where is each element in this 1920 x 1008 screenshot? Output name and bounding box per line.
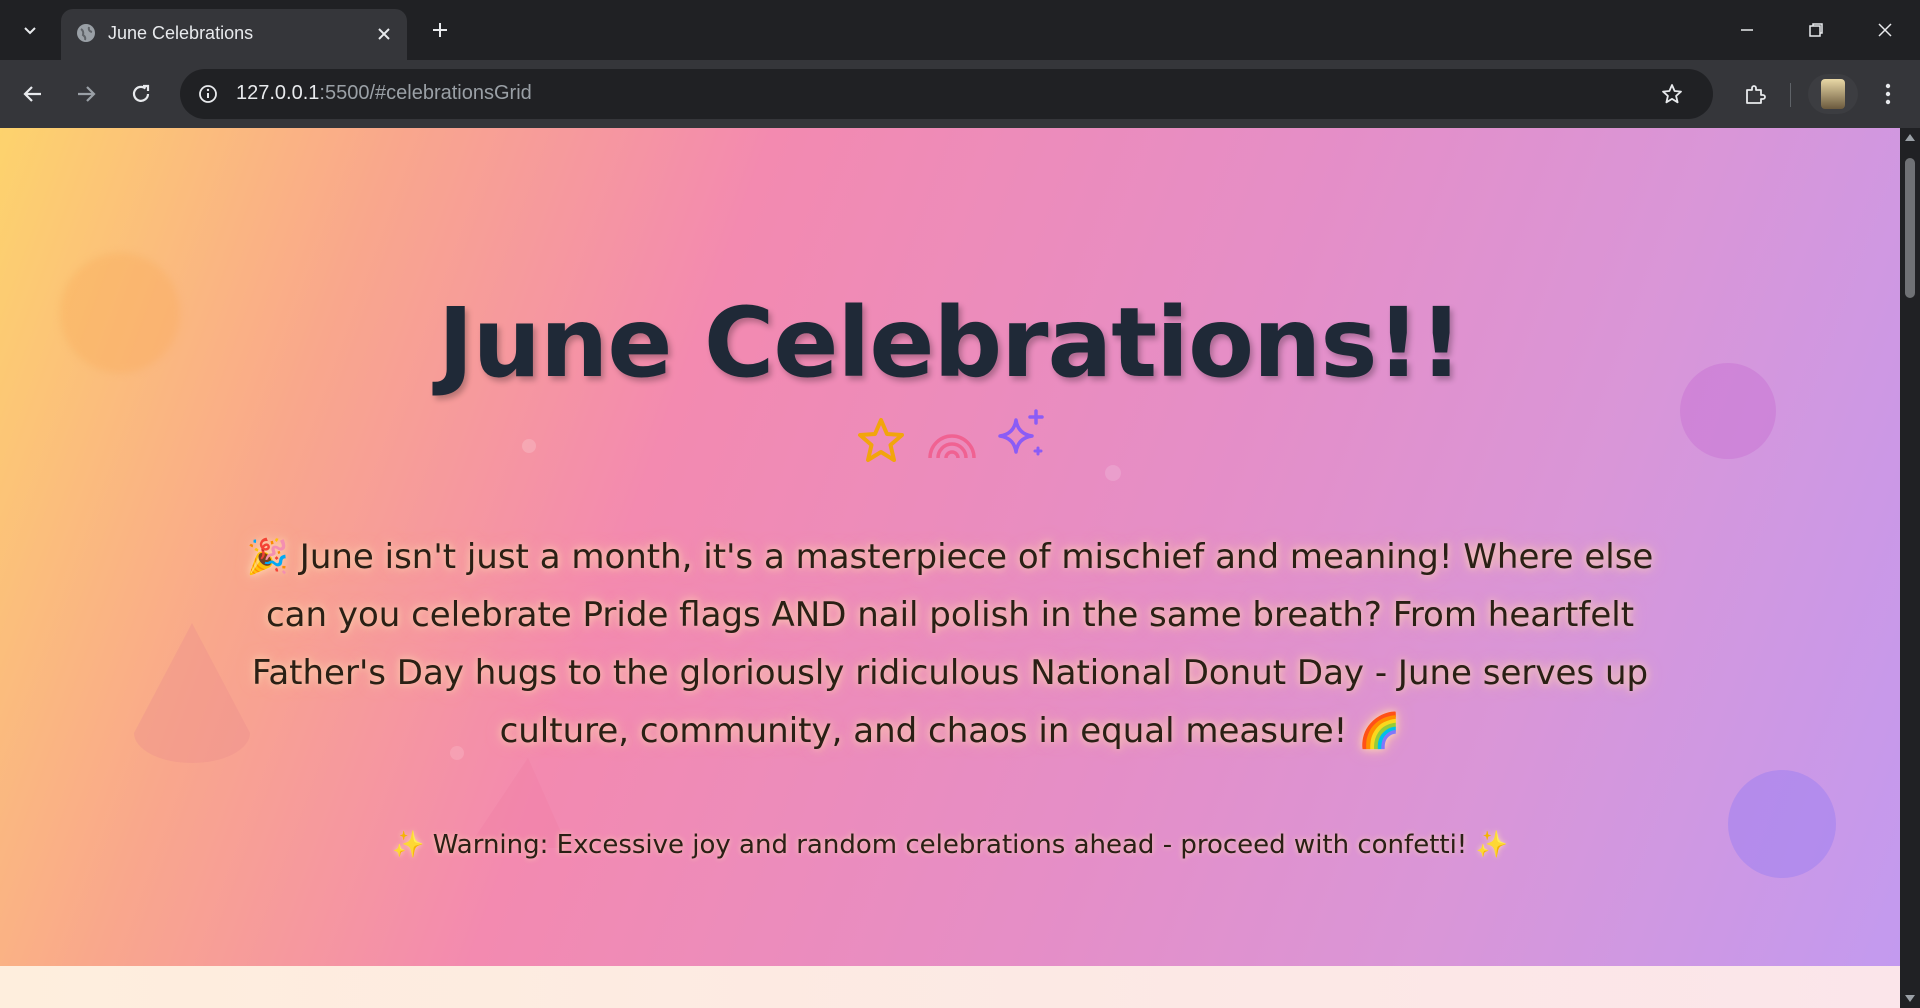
plus-icon <box>433 23 447 37</box>
url-text: 127.0.0.1:5500/#celebrationsGrid <box>236 82 532 105</box>
chevron-down-icon <box>24 27 36 35</box>
extensions-button[interactable] <box>1736 75 1774 113</box>
reload-icon <box>132 84 150 102</box>
browser-toolbar: 127.0.0.1:5500/#celebrationsGrid <box>0 60 1920 128</box>
reload-button[interactable] <box>122 75 160 113</box>
new-tab-button[interactable] <box>423 13 457 47</box>
more-vertical-icon <box>1885 83 1891 105</box>
rainbow-icon <box>928 434 976 459</box>
close-icon <box>1878 23 1892 37</box>
page-title: June Celebrations!! <box>437 287 1463 400</box>
address-bar[interactable]: 127.0.0.1:5500/#celebrationsGrid <box>180 69 1713 119</box>
intro-paragraph: 🎉 June isn't just a month, it's a master… <box>246 537 1654 751</box>
close-window-button[interactable] <box>1862 10 1908 50</box>
info-icon <box>199 85 217 103</box>
back-button[interactable] <box>14 75 52 113</box>
decorative-dot <box>522 439 536 453</box>
decorative-dot <box>1105 465 1121 481</box>
scroll-down-arrow-icon[interactable] <box>1904 994 1916 1004</box>
minimize-button[interactable] <box>1724 10 1770 50</box>
scroll-up-arrow-icon[interactable] <box>1904 132 1916 142</box>
arrow-left-icon <box>23 86 41 102</box>
profile-button[interactable] <box>1808 74 1858 114</box>
star-icon <box>858 418 904 462</box>
tab-search-button[interactable] <box>12 12 48 48</box>
sparkles-icon <box>998 409 1044 456</box>
close-icon <box>378 28 390 40</box>
page-scrollbar[interactable] <box>1900 128 1920 1008</box>
celebration-icon-row <box>850 408 1050 468</box>
bookmark-button[interactable] <box>1656 78 1688 110</box>
celebrations-grid-section <box>0 966 1900 1008</box>
avatar <box>1821 79 1845 109</box>
restore-icon <box>1809 23 1823 37</box>
page-viewport: June Celebrations!! 🎉 June isn't just a … <box>0 128 1900 1008</box>
tab-title: June Celebrations <box>108 23 254 43</box>
puzzle-icon <box>1746 85 1766 104</box>
active-tab[interactable]: June Celebrations <box>61 9 407 60</box>
warning-text: ✨ Warning: Excessive joy and random cele… <box>392 830 1508 860</box>
toolbar-divider <box>1790 83 1791 107</box>
browser-menu-button[interactable] <box>1870 75 1906 113</box>
forward-button[interactable] <box>67 75 105 113</box>
url-path: :5500/#celebrationsGrid <box>319 82 532 104</box>
star-outline-icon <box>1662 84 1682 104</box>
globe-icon <box>75 22 97 48</box>
scrollbar-thumb[interactable] <box>1905 158 1915 298</box>
tab-close-button[interactable] <box>370 20 398 48</box>
url-host: 127.0.0.1 <box>236 82 320 104</box>
tab-strip: June Celebrations <box>0 0 1920 60</box>
minimize-icon <box>1741 29 1753 31</box>
decorative-circle <box>1728 770 1836 878</box>
restore-button[interactable] <box>1793 10 1839 50</box>
arrow-right-icon <box>78 86 96 102</box>
site-info-button[interactable] <box>192 78 224 110</box>
